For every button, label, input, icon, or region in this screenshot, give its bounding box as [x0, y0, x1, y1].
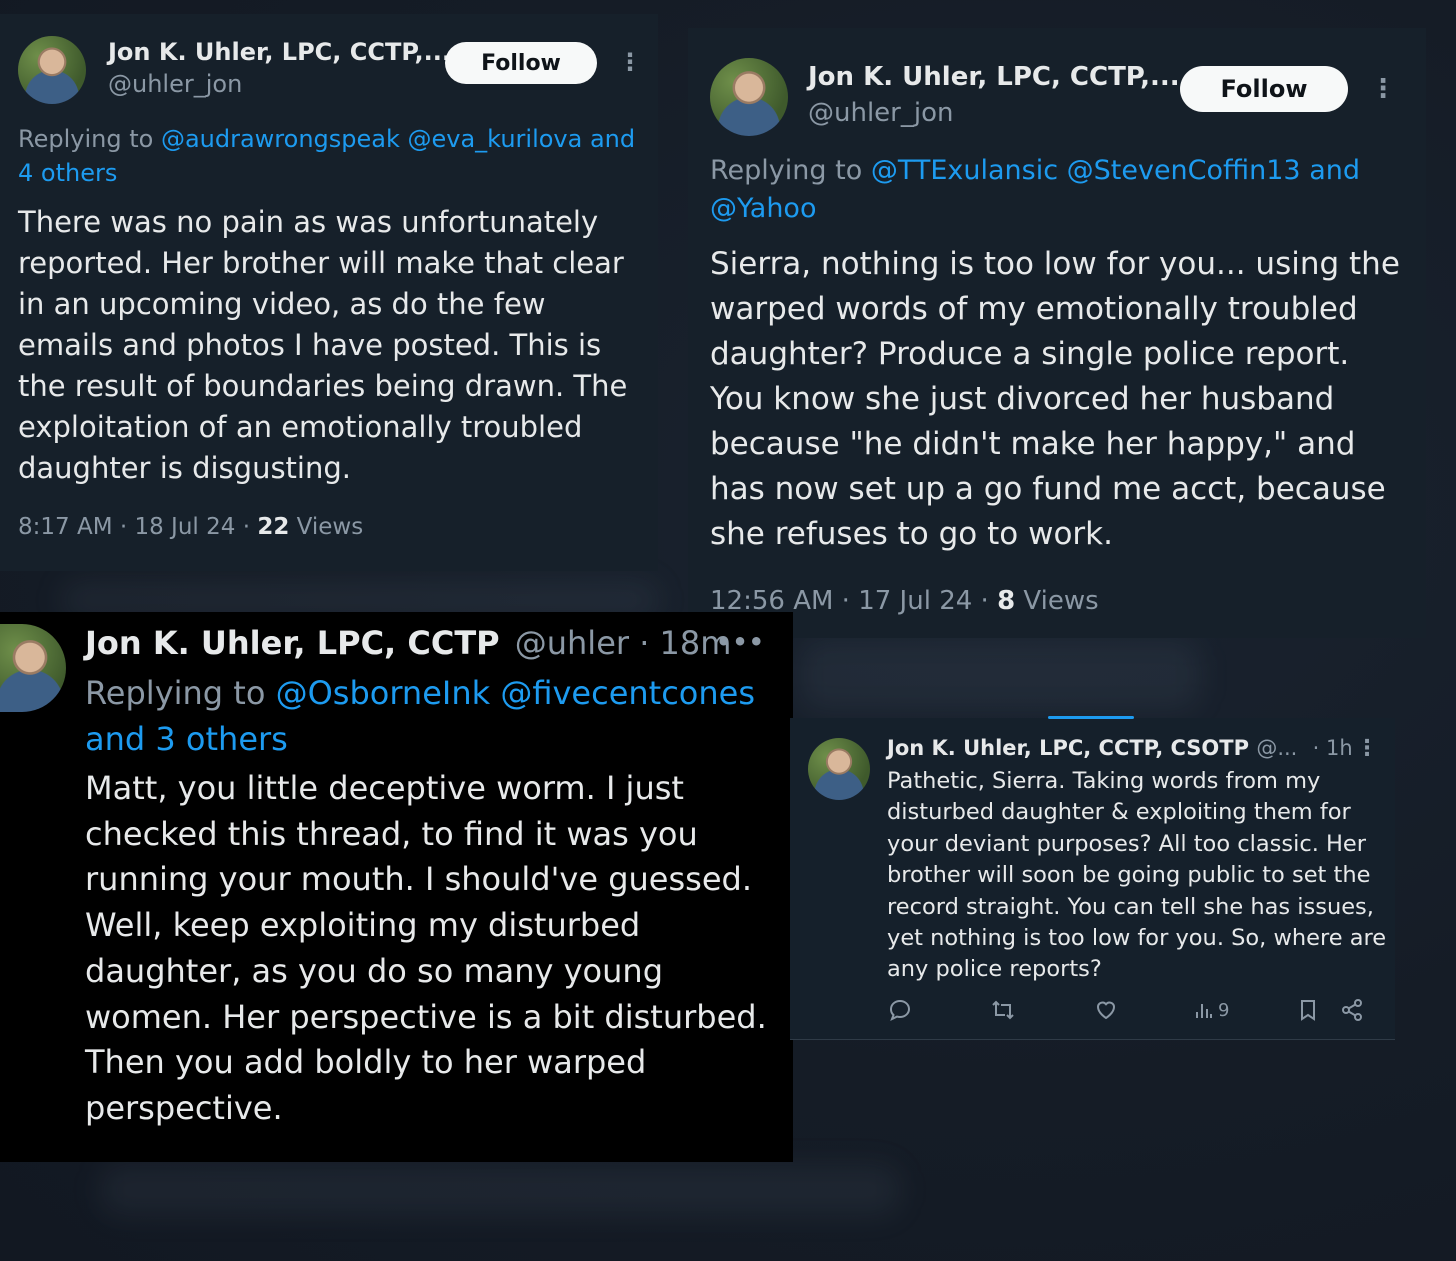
views-icon[interactable]: 9	[1194, 998, 1229, 1022]
reply-context: Replying to @OsborneInk @fivecentcones a…	[85, 670, 775, 762]
author-name-text[interactable]: Jon K. Uhler, LPC, CCTP, CSOTP	[887, 736, 1249, 760]
follow-button[interactable]: Follow	[445, 42, 597, 84]
tweet-text: Pathetic, Sierra. Taking words from my d…	[887, 768, 1387, 983]
tweet-text: Matt, you little deceptive worm. I just …	[85, 769, 767, 1127]
share-icon[interactable]	[1340, 998, 1364, 1022]
more-options-icon[interactable]: •••	[716, 628, 765, 656]
author-name: Jon K. Uhler, LPC, CCTP @uhler · 18m	[85, 624, 731, 662]
tweet-text: There was no pain as was unfortunately r…	[18, 205, 628, 485]
follow-button[interactable]: Follow	[1180, 66, 1348, 112]
background-blur	[100, 1165, 900, 1215]
tweet-card: Jon K. Uhler, LPC, CCTP, CSOTP @... · 1h…	[790, 716, 1395, 1040]
more-options-icon[interactable]: ⋮	[1356, 736, 1378, 761]
avatar[interactable]	[0, 624, 66, 712]
avatar[interactable]	[710, 58, 788, 136]
tweet-meta: 8:17 AM · 18 Jul 24 · 22 Views	[18, 514, 363, 540]
timestamp[interactable]: 8:17 AM · 18 Jul 24 ·	[18, 514, 257, 540]
tweet-card: Jon K. Uhler, LPC, CCTP,... @uhler_jon F…	[688, 28, 1426, 638]
tab-indicator	[1048, 716, 1134, 719]
author-handle[interactable]: @uhler_jon	[808, 98, 953, 128]
author-name[interactable]: Jon K. Uhler, LPC, CCTP,...	[108, 38, 451, 66]
avatar[interactable]	[18, 36, 86, 104]
like-icon[interactable]	[1094, 998, 1118, 1022]
more-options-icon[interactable]: ⋮	[618, 48, 642, 76]
tweet-text: Sierra, nothing is too low for you... us…	[710, 246, 1400, 552]
reply-context: Replying to @TTExulansic @StevenCoffin13…	[710, 152, 1390, 228]
author-handle[interactable]: @uhler_jon	[108, 70, 242, 98]
views-label: Views	[1015, 586, 1099, 616]
background-blur	[800, 640, 1200, 710]
tweet-card: Jon K. Uhler, LPC, CCTP,... @uhler_jon F…	[0, 14, 658, 571]
views-label: Views	[289, 514, 364, 540]
author-name: Jon K. Uhler, LPC, CCTP, CSOTP @... · 1h	[887, 736, 1353, 760]
views-count: 9	[1218, 999, 1230, 1021]
author-handle-time[interactable]: @uhler · 18m	[515, 624, 732, 662]
retweet-icon[interactable]	[990, 998, 1016, 1022]
reply-prefix: Replying to	[710, 155, 871, 186]
reply-prefix: Replying to	[18, 125, 161, 153]
bookmark-icon[interactable]	[1297, 998, 1319, 1022]
more-options-icon[interactable]: ⋮	[1370, 74, 1396, 104]
reply-icon[interactable]	[888, 998, 912, 1022]
reply-context: Replying to @audrawrongspeak @eva_kurilo…	[18, 122, 648, 190]
tweet-card: Jon K. Uhler, LPC, CCTP @uhler · 18m •••…	[0, 612, 793, 1162]
author-name[interactable]: Jon K. Uhler, LPC, CCTP,...	[808, 62, 1180, 92]
avatar[interactable]	[808, 738, 870, 800]
views-count: 8	[997, 586, 1016, 616]
author-handle[interactable]: @...	[1256, 736, 1297, 760]
post-time[interactable]: · 1h	[1313, 736, 1353, 760]
author-name-text[interactable]: Jon K. Uhler, LPC, CCTP	[85, 624, 500, 662]
views-count: 22	[257, 514, 290, 540]
reply-prefix: Replying to	[85, 674, 276, 712]
